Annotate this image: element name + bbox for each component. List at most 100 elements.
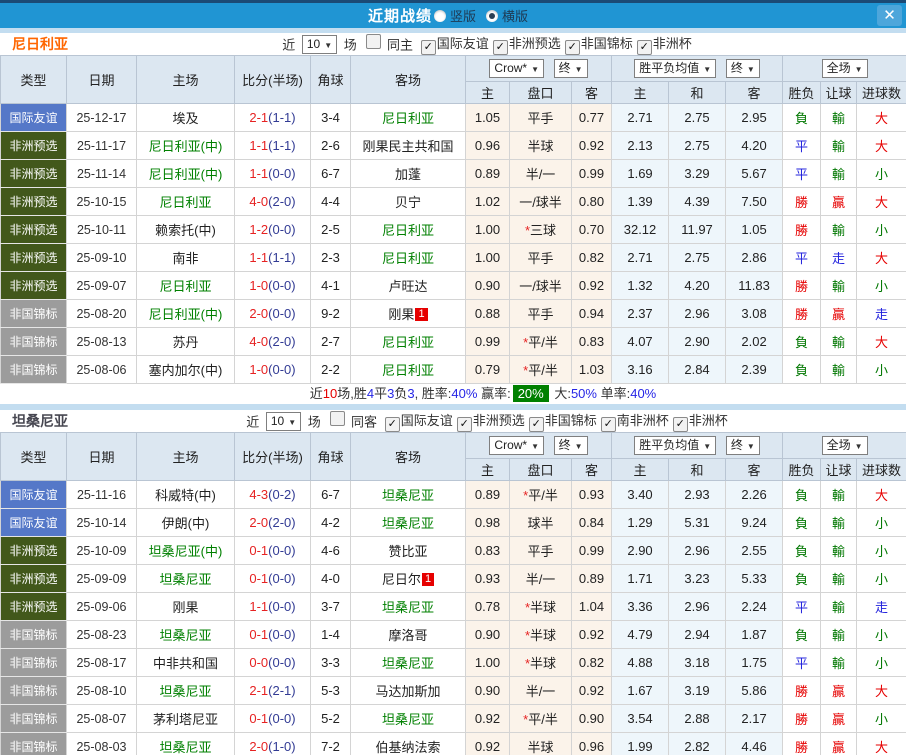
odds-home: 0.92 — [465, 732, 510, 755]
avg-draw: 2.75 — [668, 243, 727, 272]
goals-result: 小 — [856, 536, 906, 565]
team-name: 尼日利亚 — [12, 36, 68, 52]
odds-final-select[interactable]: 终 ▼ — [553, 436, 588, 455]
competition-checkbox[interactable]: ✓ — [636, 40, 652, 55]
odds-company-select[interactable]: Crow* ▼ — [489, 59, 545, 78]
halftime-score: (0-0) — [268, 362, 296, 377]
match-date: 25-08-06 — [66, 355, 137, 384]
fulltime-score: 4-0 — [249, 334, 269, 349]
competition-checkbox[interactable]: ✓ — [384, 417, 400, 432]
match-row: 非洲预选 25-09-09 坦桑尼亚 0-1(0-0) 4-0 尼日尔 1 0.93 半/一 0.… — [0, 564, 906, 593]
odds-home: 1.02 — [465, 187, 510, 216]
competition-checkbox[interactable]: ✓ — [600, 417, 616, 432]
fulltime-score: 1-1 — [249, 166, 269, 181]
recent-count-value: 10 — [306, 36, 321, 51]
odds-away: 0.82 — [570, 243, 613, 272]
goals-result: 大 — [856, 187, 906, 216]
chevron-down-icon: ▼ — [746, 65, 755, 74]
radio-vertical-label: 竖版 — [449, 9, 476, 24]
recent-count-select[interactable]: 10 ▼ — [265, 411, 302, 431]
same-venue-label: 同主 — [387, 37, 414, 53]
away-team: 坦桑尼亚 — [350, 648, 466, 677]
handicap: 平手 — [509, 536, 572, 565]
home-team: 中非共和国 — [136, 648, 235, 677]
panel-title: 近期战绩 — [367, 8, 432, 25]
match-date: 25-10-09 — [66, 536, 137, 565]
corner-score: 1-4 — [310, 620, 351, 649]
halftime-score: (0-0) — [268, 627, 296, 642]
home-team-name: 坦桑尼亚 — [159, 740, 212, 755]
competition-checkbox[interactable]: ✓ — [420, 40, 436, 55]
handicap-result: 輸 — [820, 355, 858, 384]
avg-home: 2.37 — [611, 299, 670, 328]
competition-checkbox[interactable]: ✓ — [672, 417, 688, 432]
near-label: 近 — [282, 37, 296, 53]
competition-checkbox[interactable]: ✓ — [456, 417, 472, 432]
match-result: 勝 — [782, 732, 822, 755]
handicap-result: 走 — [820, 243, 858, 272]
away-team-name: 加蓬 — [394, 167, 421, 182]
same-venue-checkbox[interactable] — [366, 34, 382, 50]
corner-score: 2-6 — [310, 131, 351, 160]
avg-draw: 2.96 — [668, 299, 727, 328]
radio-horizontal-layout[interactable]: 横版 — [486, 6, 528, 25]
match-result: 平 — [782, 648, 822, 677]
corner-score: 4-2 — [310, 508, 351, 537]
competition-type: 非洲预选 — [0, 215, 67, 244]
competition-checkbox[interactable]: ✓ — [564, 40, 580, 55]
col-score: 比分(半场) — [234, 55, 311, 104]
odds-company-select[interactable]: Crow* ▼ — [489, 436, 545, 455]
halftime-score: (2-0) — [268, 194, 296, 209]
handicap-value: 半/一 — [525, 572, 556, 587]
scope-select[interactable]: 全场 ▼ — [821, 436, 868, 455]
home-team-name: 南非 — [172, 251, 199, 266]
radio-circle-icon[interactable] — [433, 9, 446, 22]
radio-circle-checked-icon[interactable] — [486, 9, 498, 22]
fulltime-score: 2-1 — [249, 683, 269, 698]
goals-result: 大 — [856, 103, 906, 132]
halftime-score: (1-0) — [268, 739, 296, 754]
avg-select[interactable]: 胜平负均值 ▼ — [634, 436, 717, 455]
handicap: 一/球半 — [509, 187, 572, 216]
avg-final-select[interactable]: 终 ▼ — [725, 436, 760, 455]
handicap-result: 輸 — [820, 536, 858, 565]
close-icon[interactable]: ✕ — [877, 5, 902, 26]
odds-final-select[interactable]: 终 ▼ — [553, 59, 588, 78]
match-date: 25-10-11 — [66, 215, 137, 244]
recent-count-select[interactable]: 10 ▼ — [301, 34, 338, 54]
subcol-handicap-result: 让球 — [820, 81, 858, 104]
chevron-down-icon: ▼ — [703, 65, 712, 74]
halftime-score: (2-1) — [268, 683, 296, 698]
home-team: 茅利塔尼亚 — [136, 704, 235, 733]
near-label: 近 — [246, 414, 260, 430]
handicap-value: 平/半 — [528, 488, 558, 503]
odds-away: 0.99 — [570, 159, 613, 188]
corner-score: 4-6 — [310, 536, 351, 565]
competition-type: 非国锦标 — [0, 355, 67, 384]
col-date: 日期 — [66, 432, 137, 481]
scope-select[interactable]: 全场 ▼ — [821, 59, 868, 78]
competition-filter: ✓ 非洲预选 — [489, 36, 561, 55]
halftime-score: (0-0) — [268, 166, 296, 181]
handicap-result: 贏 — [820, 299, 858, 328]
radio-vertical-layout[interactable]: 竖版 — [433, 6, 476, 25]
handicap-value: 半/一 — [525, 684, 556, 699]
match-row: 非国锦标 25-08-06 塞内加尔(中) 1-0(0-0) 2-2 尼日利亚 0.79 *平… — [0, 355, 906, 384]
same-venue-checkbox[interactable] — [330, 411, 346, 427]
competition-checkbox[interactable]: ✓ — [492, 40, 508, 55]
fulltime-score: 0-1 — [249, 571, 269, 586]
match-date: 25-09-07 — [66, 271, 137, 300]
avg-final-select[interactable]: 终 ▼ — [725, 59, 760, 78]
home-team-name: 尼日利亚(中) — [148, 139, 223, 154]
competition-checkbox[interactable]: ✓ — [528, 417, 544, 432]
away-team-name: 马达加斯加 — [375, 684, 441, 699]
fulltime-score: 1-0 — [249, 278, 269, 293]
corner-score: 2-3 — [310, 243, 351, 272]
score-cell: 4-0(2-0) — [234, 187, 311, 216]
handicap: *三球 — [509, 215, 572, 244]
fulltime-score: 0-1 — [249, 627, 269, 642]
competition-type: 非国锦标 — [0, 620, 67, 649]
avg-select[interactable]: 胜平负均值 ▼ — [634, 59, 717, 78]
match-result: 勝 — [782, 676, 822, 705]
match-row: 非洲预选 25-10-09 坦桑尼亚(中) 0-1(0-0) 4-6 赞比亚 0.83 平手 0… — [0, 536, 906, 565]
